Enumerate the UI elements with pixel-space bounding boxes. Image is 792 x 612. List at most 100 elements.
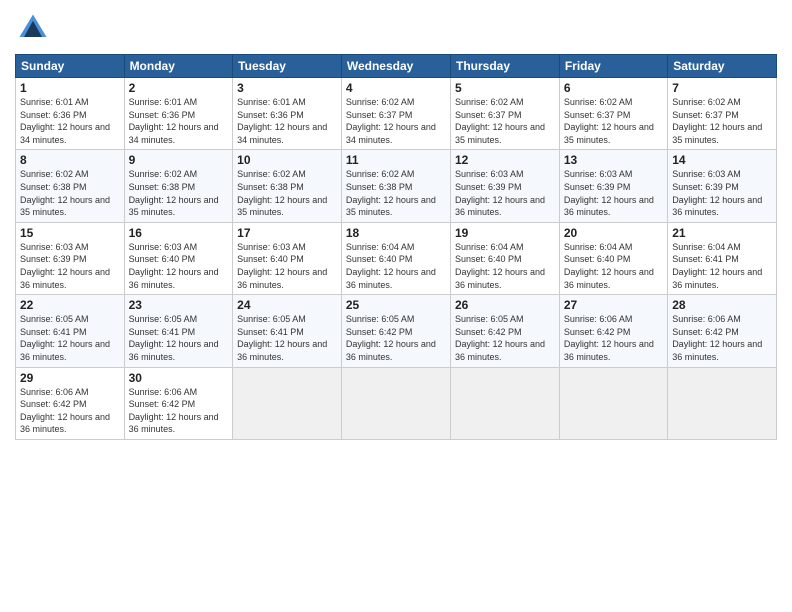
- day-number: 29: [20, 371, 120, 385]
- day-number: 21: [672, 226, 772, 240]
- calendar-cell: 14 Sunrise: 6:03 AM Sunset: 6:39 PM Dayl…: [668, 150, 777, 222]
- day-header-thursday: Thursday: [451, 55, 560, 78]
- calendar-cell: [341, 367, 450, 439]
- day-info: Sunrise: 6:02 AM Sunset: 6:37 PM Dayligh…: [455, 96, 555, 146]
- calendar-cell: 6 Sunrise: 6:02 AM Sunset: 6:37 PM Dayli…: [559, 78, 667, 150]
- calendar-cell: [559, 367, 667, 439]
- day-number: 30: [129, 371, 229, 385]
- day-info: Sunrise: 6:02 AM Sunset: 6:38 PM Dayligh…: [237, 168, 337, 218]
- day-number: 3: [237, 81, 337, 95]
- day-info: Sunrise: 6:03 AM Sunset: 6:39 PM Dayligh…: [20, 241, 120, 291]
- calendar-cell: 17 Sunrise: 6:03 AM Sunset: 6:40 PM Dayl…: [233, 222, 342, 294]
- logo: [15, 10, 55, 46]
- calendar-week-1: 1 Sunrise: 6:01 AM Sunset: 6:36 PM Dayli…: [16, 78, 777, 150]
- calendar-cell: 20 Sunrise: 6:04 AM Sunset: 6:40 PM Dayl…: [559, 222, 667, 294]
- day-info: Sunrise: 6:06 AM Sunset: 6:42 PM Dayligh…: [672, 313, 772, 363]
- calendar-cell: 25 Sunrise: 6:05 AM Sunset: 6:42 PM Dayl…: [341, 295, 450, 367]
- day-info: Sunrise: 6:05 AM Sunset: 6:42 PM Dayligh…: [455, 313, 555, 363]
- calendar-cell: 5 Sunrise: 6:02 AM Sunset: 6:37 PM Dayli…: [451, 78, 560, 150]
- calendar-cell: 28 Sunrise: 6:06 AM Sunset: 6:42 PM Dayl…: [668, 295, 777, 367]
- day-header-friday: Friday: [559, 55, 667, 78]
- calendar-week-3: 15 Sunrise: 6:03 AM Sunset: 6:39 PM Dayl…: [16, 222, 777, 294]
- calendar-cell: [451, 367, 560, 439]
- day-header-wednesday: Wednesday: [341, 55, 450, 78]
- day-info: Sunrise: 6:05 AM Sunset: 6:42 PM Dayligh…: [346, 313, 446, 363]
- day-number: 2: [129, 81, 229, 95]
- calendar-cell: 16 Sunrise: 6:03 AM Sunset: 6:40 PM Dayl…: [124, 222, 233, 294]
- day-info: Sunrise: 6:02 AM Sunset: 6:37 PM Dayligh…: [672, 96, 772, 146]
- page: SundayMondayTuesdayWednesdayThursdayFrid…: [0, 0, 792, 612]
- day-info: Sunrise: 6:01 AM Sunset: 6:36 PM Dayligh…: [20, 96, 120, 146]
- calendar-cell: 7 Sunrise: 6:02 AM Sunset: 6:37 PM Dayli…: [668, 78, 777, 150]
- day-number: 7: [672, 81, 772, 95]
- calendar-header-row: SundayMondayTuesdayWednesdayThursdayFrid…: [16, 55, 777, 78]
- calendar-cell: [668, 367, 777, 439]
- day-number: 11: [346, 153, 446, 167]
- calendar-week-5: 29 Sunrise: 6:06 AM Sunset: 6:42 PM Dayl…: [16, 367, 777, 439]
- day-number: 25: [346, 298, 446, 312]
- day-info: Sunrise: 6:04 AM Sunset: 6:40 PM Dayligh…: [564, 241, 663, 291]
- day-number: 14: [672, 153, 772, 167]
- day-number: 18: [346, 226, 446, 240]
- calendar-cell: 11 Sunrise: 6:02 AM Sunset: 6:38 PM Dayl…: [341, 150, 450, 222]
- day-header-monday: Monday: [124, 55, 233, 78]
- day-number: 19: [455, 226, 555, 240]
- calendar-cell: 1 Sunrise: 6:01 AM Sunset: 6:36 PM Dayli…: [16, 78, 125, 150]
- calendar-cell: 23 Sunrise: 6:05 AM Sunset: 6:41 PM Dayl…: [124, 295, 233, 367]
- calendar-cell: 12 Sunrise: 6:03 AM Sunset: 6:39 PM Dayl…: [451, 150, 560, 222]
- calendar-cell: 13 Sunrise: 6:03 AM Sunset: 6:39 PM Dayl…: [559, 150, 667, 222]
- calendar-cell: 8 Sunrise: 6:02 AM Sunset: 6:38 PM Dayli…: [16, 150, 125, 222]
- day-info: Sunrise: 6:05 AM Sunset: 6:41 PM Dayligh…: [20, 313, 120, 363]
- day-number: 12: [455, 153, 555, 167]
- day-number: 24: [237, 298, 337, 312]
- day-number: 17: [237, 226, 337, 240]
- calendar-cell: 24 Sunrise: 6:05 AM Sunset: 6:41 PM Dayl…: [233, 295, 342, 367]
- day-header-sunday: Sunday: [16, 55, 125, 78]
- calendar-cell: 27 Sunrise: 6:06 AM Sunset: 6:42 PM Dayl…: [559, 295, 667, 367]
- day-info: Sunrise: 6:06 AM Sunset: 6:42 PM Dayligh…: [129, 386, 229, 436]
- day-info: Sunrise: 6:03 AM Sunset: 6:40 PM Dayligh…: [129, 241, 229, 291]
- calendar-cell: 15 Sunrise: 6:03 AM Sunset: 6:39 PM Dayl…: [16, 222, 125, 294]
- day-info: Sunrise: 6:03 AM Sunset: 6:40 PM Dayligh…: [237, 241, 337, 291]
- day-info: Sunrise: 6:04 AM Sunset: 6:41 PM Dayligh…: [672, 241, 772, 291]
- calendar-cell: 30 Sunrise: 6:06 AM Sunset: 6:42 PM Dayl…: [124, 367, 233, 439]
- day-number: 4: [346, 81, 446, 95]
- calendar-cell: 18 Sunrise: 6:04 AM Sunset: 6:40 PM Dayl…: [341, 222, 450, 294]
- day-number: 28: [672, 298, 772, 312]
- day-number: 27: [564, 298, 663, 312]
- day-info: Sunrise: 6:06 AM Sunset: 6:42 PM Dayligh…: [564, 313, 663, 363]
- day-info: Sunrise: 6:02 AM Sunset: 6:37 PM Dayligh…: [346, 96, 446, 146]
- calendar-week-4: 22 Sunrise: 6:05 AM Sunset: 6:41 PM Dayl…: [16, 295, 777, 367]
- calendar-cell: 29 Sunrise: 6:06 AM Sunset: 6:42 PM Dayl…: [16, 367, 125, 439]
- day-info: Sunrise: 6:01 AM Sunset: 6:36 PM Dayligh…: [237, 96, 337, 146]
- day-number: 9: [129, 153, 229, 167]
- day-number: 1: [20, 81, 120, 95]
- day-info: Sunrise: 6:04 AM Sunset: 6:40 PM Dayligh…: [346, 241, 446, 291]
- day-number: 8: [20, 153, 120, 167]
- day-info: Sunrise: 6:02 AM Sunset: 6:38 PM Dayligh…: [346, 168, 446, 218]
- calendar-cell: [233, 367, 342, 439]
- calendar-cell: 19 Sunrise: 6:04 AM Sunset: 6:40 PM Dayl…: [451, 222, 560, 294]
- day-info: Sunrise: 6:06 AM Sunset: 6:42 PM Dayligh…: [20, 386, 120, 436]
- day-number: 20: [564, 226, 663, 240]
- day-number: 5: [455, 81, 555, 95]
- day-info: Sunrise: 6:03 AM Sunset: 6:39 PM Dayligh…: [455, 168, 555, 218]
- calendar-cell: 22 Sunrise: 6:05 AM Sunset: 6:41 PM Dayl…: [16, 295, 125, 367]
- header: [15, 10, 777, 46]
- calendar-body: 1 Sunrise: 6:01 AM Sunset: 6:36 PM Dayli…: [16, 78, 777, 440]
- calendar-cell: 2 Sunrise: 6:01 AM Sunset: 6:36 PM Dayli…: [124, 78, 233, 150]
- day-header-saturday: Saturday: [668, 55, 777, 78]
- day-number: 13: [564, 153, 663, 167]
- day-info: Sunrise: 6:02 AM Sunset: 6:38 PM Dayligh…: [129, 168, 229, 218]
- day-number: 10: [237, 153, 337, 167]
- day-info: Sunrise: 6:03 AM Sunset: 6:39 PM Dayligh…: [564, 168, 663, 218]
- day-number: 23: [129, 298, 229, 312]
- calendar-cell: 10 Sunrise: 6:02 AM Sunset: 6:38 PM Dayl…: [233, 150, 342, 222]
- calendar-cell: 21 Sunrise: 6:04 AM Sunset: 6:41 PM Dayl…: [668, 222, 777, 294]
- day-info: Sunrise: 6:05 AM Sunset: 6:41 PM Dayligh…: [237, 313, 337, 363]
- day-info: Sunrise: 6:03 AM Sunset: 6:39 PM Dayligh…: [672, 168, 772, 218]
- calendar-week-2: 8 Sunrise: 6:02 AM Sunset: 6:38 PM Dayli…: [16, 150, 777, 222]
- day-info: Sunrise: 6:02 AM Sunset: 6:37 PM Dayligh…: [564, 96, 663, 146]
- calendar-table: SundayMondayTuesdayWednesdayThursdayFrid…: [15, 54, 777, 440]
- day-header-tuesday: Tuesday: [233, 55, 342, 78]
